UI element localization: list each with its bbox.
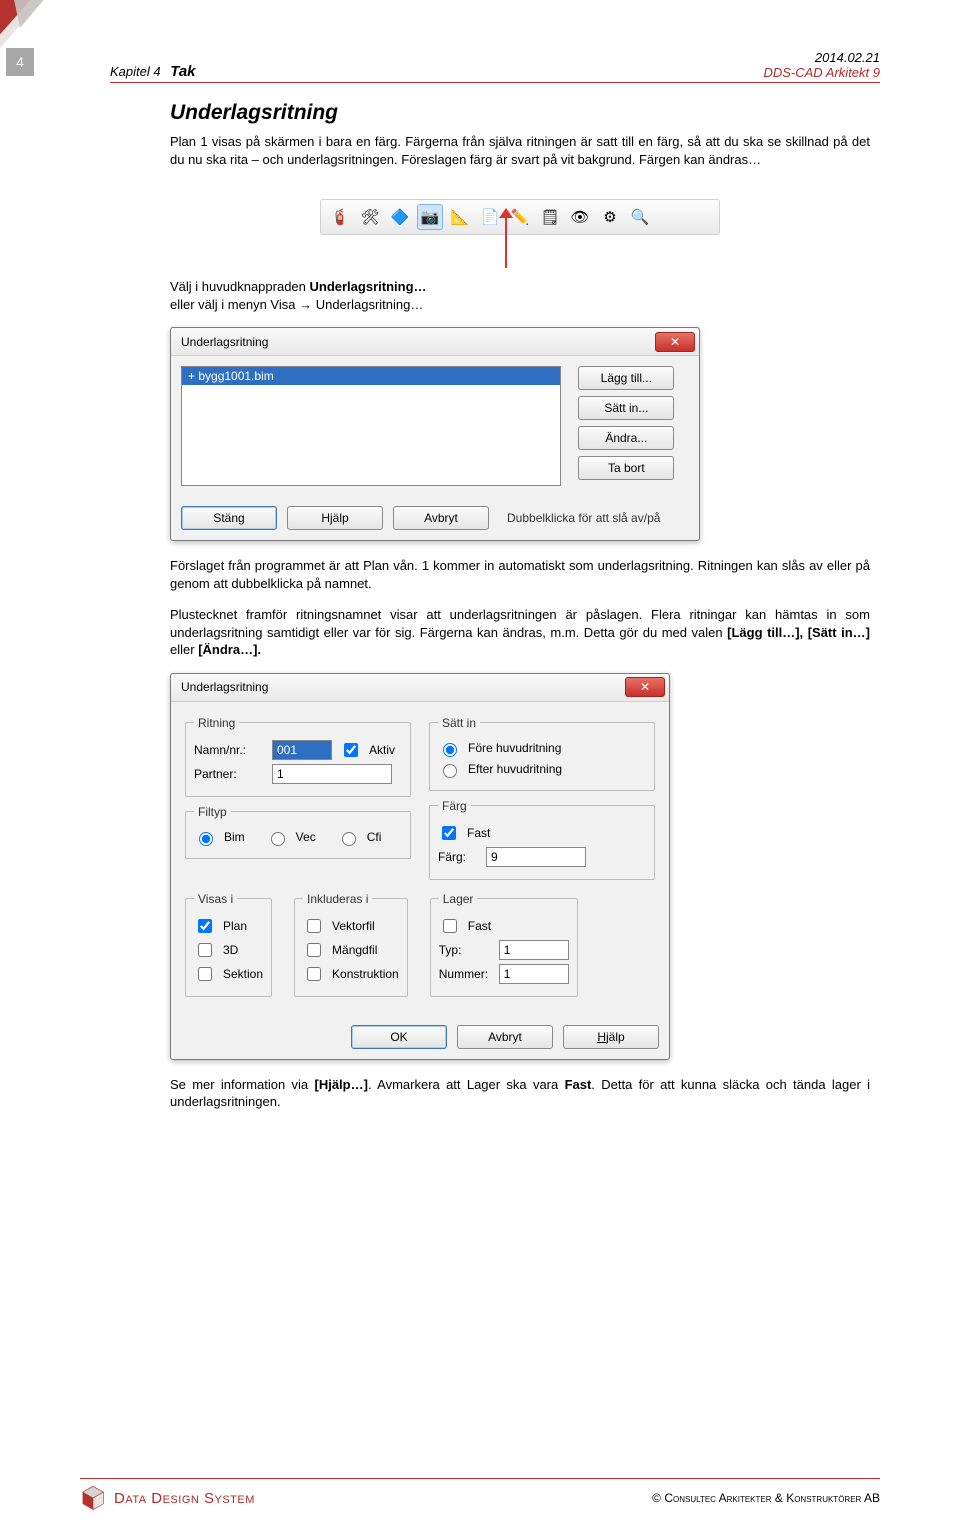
partner-input[interactable] <box>272 764 392 784</box>
fore-radio[interactable] <box>443 743 457 757</box>
vektorfil-checkbox[interactable] <box>307 919 321 933</box>
toolbar-screenshot: 🧯 🛠 🔷 📷 📐 📄 ✏️ 🗒 👁 ⚙ 🔍 <box>305 182 735 252</box>
efter-label: Efter huvudritning <box>468 762 562 776</box>
ok-button[interactable]: OK <box>351 1025 447 1049</box>
page-footer: Data Design System © Consultec Arkitekte… <box>80 1478 880 1511</box>
stang-button[interactable]: Stäng <box>181 506 277 530</box>
footer-copyright: © Consultec Arkitekter & Konstruktörer A… <box>652 1491 880 1505</box>
aktiv-label: Aktiv <box>369 743 395 757</box>
toolbar-icon: 🗒 <box>537 204 563 230</box>
ta-bort-button[interactable]: Ta bort <box>578 456 674 480</box>
bim-radio[interactable] <box>199 832 213 846</box>
sektion-label: Sektion <box>223 967 263 981</box>
farg-group: Färg Fast Färg: <box>429 799 655 880</box>
callout-arrow <box>505 216 507 268</box>
lagg-till-button[interactable]: Lägg till... <box>578 366 674 390</box>
chapter-label: Kapitel 4 <box>110 64 161 79</box>
plan-checkbox[interactable] <box>198 919 212 933</box>
section-heading: Underlagsritning <box>170 101 870 125</box>
mangdfil-label: Mängdfil <box>332 943 377 957</box>
3d-checkbox[interactable] <box>198 943 212 957</box>
underlagsritning-list-dialog: Underlagsritning ✕ + bygg1001.bim Lägg t… <box>170 327 700 541</box>
chapter-title: Tak <box>170 63 195 80</box>
farg-fast-label: Fast <box>467 826 490 840</box>
paragraph-1: Plan 1 visas på skärmen i bara en färg. … <box>170 133 870 168</box>
avbryt-button[interactable]: Avbryt <box>457 1025 553 1049</box>
paragraph-5: Se mer information via [Hjälp…]. Avmarke… <box>170 1076 870 1111</box>
group-legend: Färg <box>438 799 471 813</box>
group-legend: Visas i <box>194 892 237 906</box>
sattin-group: Sätt in Före huvudritning Efter huvudrit… <box>429 716 655 791</box>
fore-label: Före huvudritning <box>468 741 561 755</box>
paragraph-3: Förslaget från programmet är att Plan vå… <box>170 557 870 592</box>
andra-button[interactable]: Ändra... <box>578 426 674 450</box>
satt-in-button[interactable]: Sätt in... <box>578 396 674 420</box>
toolbar-icon: ⚙ <box>597 204 623 230</box>
filtyp-group: Filtyp Bim Vec Cfi <box>185 805 411 859</box>
close-button[interactable]: ✕ <box>625 677 665 697</box>
aktiv-checkbox[interactable] <box>344 743 358 757</box>
close-button[interactable]: ✕ <box>655 332 695 352</box>
group-legend: Inkluderas i <box>303 892 372 906</box>
lager-group: Lager Fast Typ: Nummer: <box>430 892 578 997</box>
vec-radio[interactable] <box>271 832 285 846</box>
farg-fast-checkbox[interactable] <box>442 826 456 840</box>
sektion-checkbox[interactable] <box>198 967 212 981</box>
list-item-selected[interactable]: + bygg1001.bim <box>182 367 560 385</box>
page-number-badge: 4 <box>6 48 34 76</box>
plan-label: Plan <box>223 919 247 933</box>
namn-input[interactable] <box>272 740 332 760</box>
hjalp-button[interactable]: Hjälp <box>563 1025 659 1049</box>
dds-logo-icon <box>80 1485 106 1511</box>
farg-input[interactable] <box>486 847 586 867</box>
toolbar-icon: 🔍 <box>627 204 653 230</box>
group-legend: Ritning <box>194 716 239 730</box>
namn-label: Namn/nr.: <box>194 743 264 757</box>
bim-label: Bim <box>224 830 245 844</box>
nummer-input[interactable] <box>499 964 569 984</box>
header-product: DDS-CAD Arkitekt 9 <box>763 65 880 80</box>
paragraph-2: Välj i huvudknappraden Underlagsritning…… <box>170 278 870 313</box>
cfi-radio[interactable] <box>342 832 356 846</box>
page-header: Kapitel 4 Tak 2014.02.21 DDS-CAD Arkitek… <box>110 50 880 83</box>
efter-radio[interactable] <box>443 764 457 778</box>
farg-label: Färg: <box>438 850 478 864</box>
avbryt-button[interactable]: Avbryt <box>393 506 489 530</box>
visas-group: Visas i Plan 3D Sektion <box>185 892 272 997</box>
vec-label: Vec <box>296 830 316 844</box>
ritning-group: Ritning Namn/nr.: Aktiv Partner: <box>185 716 411 797</box>
group-legend: Sätt in <box>438 716 480 730</box>
toolbar-icon: 📐 <box>447 204 473 230</box>
toolbar-icon: 🔷 <box>387 204 413 230</box>
hjalp-button[interactable]: Hjälp <box>287 506 383 530</box>
toolbar-icon: 👁 <box>567 204 593 230</box>
footer-brand: Data Design System <box>114 1490 255 1507</box>
konstruktion-label: Konstruktion <box>332 967 399 981</box>
group-legend: Filtyp <box>194 805 231 819</box>
footer-hint: Dubbelklicka för att slå av/på <box>507 511 660 525</box>
3d-label: 3D <box>223 943 238 957</box>
konstruktion-checkbox[interactable] <box>307 967 321 981</box>
toolbar-icon: 🛠 <box>357 204 383 230</box>
group-legend: Lager <box>439 892 478 906</box>
file-listbox[interactable]: + bygg1001.bim <box>181 366 561 486</box>
lager-fast-checkbox[interactable] <box>443 919 457 933</box>
vektorfil-label: Vektorfil <box>332 919 375 933</box>
mangdfil-checkbox[interactable] <box>307 943 321 957</box>
dialog-title: Underlagsritning <box>181 680 268 694</box>
typ-label: Typ: <box>439 943 491 957</box>
lager-fast-label: Fast <box>468 919 491 933</box>
header-date: 2014.02.21 <box>763 50 880 65</box>
partner-label: Partner: <box>194 767 264 781</box>
toolbar-icon-selected: 📷 <box>417 204 443 230</box>
dialog-title: Underlagsritning <box>181 335 268 349</box>
paragraph-4: Plustecknet framför ritningsnamnet visar… <box>170 606 870 659</box>
callout-arrow-head <box>499 208 513 218</box>
inkluderas-group: Inkluderas i Vektorfil Mängdfil Konstruk… <box>294 892 408 997</box>
nummer-label: Nummer: <box>439 967 491 981</box>
underlagsritning-settings-dialog: Underlagsritning ✕ Ritning Namn/nr.: Akt… <box>170 673 670 1060</box>
typ-input[interactable] <box>499 940 569 960</box>
toolbar-icon: 🧯 <box>327 204 353 230</box>
cfi-label: Cfi <box>367 830 382 844</box>
